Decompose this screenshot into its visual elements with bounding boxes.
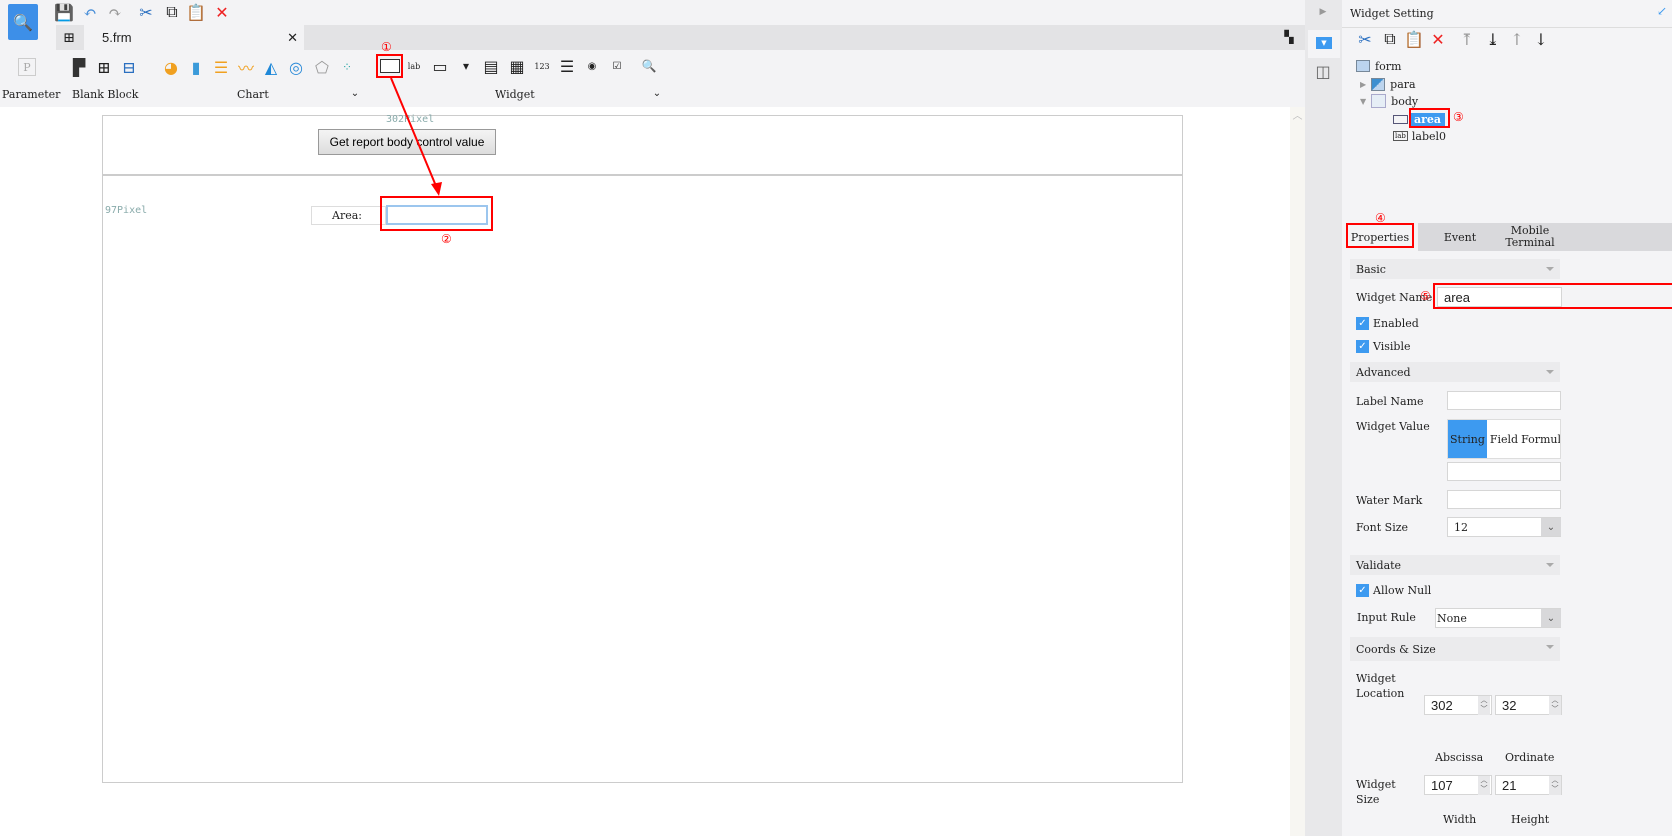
divider [1342, 27, 1672, 28]
expand-panel-icon[interactable]: ↙ [1655, 4, 1669, 18]
annotation-arrow [390, 77, 442, 196]
tree-item-body[interactable]: ▼ body [1360, 93, 1418, 109]
annotation-4: ④ [1375, 211, 1386, 225]
section-basic[interactable]: Basic [1350, 259, 1560, 279]
width-label: Width [1443, 813, 1477, 826]
tree-item-label0[interactable]: lab label0 [1393, 128, 1446, 144]
tab-event[interactable]: Event [1430, 223, 1490, 251]
tree-item-para[interactable]: ▶ para [1360, 76, 1416, 92]
scroll-up-icon[interactable]: ︿ [1290, 107, 1305, 122]
x-stepper[interactable]: ︿ ﹀ [1478, 696, 1490, 715]
para-icon [1371, 77, 1386, 91]
value-type-formula[interactable]: Formula [1521, 433, 1560, 446]
abscissa-label: Abscissa [1435, 751, 1484, 764]
move-down-icon[interactable]: ↓ [1532, 30, 1550, 49]
annotation-5: ⑤ [1420, 289, 1431, 303]
section-coords-size[interactable]: Coords & Size [1350, 637, 1560, 661]
text-widget-icon [1393, 114, 1408, 124]
label-name-input[interactable] [1447, 391, 1561, 410]
water-mark-input[interactable] [1447, 490, 1561, 509]
visible-label: Visible [1373, 340, 1411, 353]
enabled-checkbox[interactable]: ✓ [1356, 317, 1369, 330]
chevron-down-icon[interactable]: ⌄ [1541, 518, 1561, 536]
font-size-label: Font Size [1356, 521, 1409, 534]
collapse-icon[interactable]: ▼ [1360, 97, 1366, 106]
form-icon [1356, 60, 1370, 72]
enabled-label: Enabled [1373, 317, 1419, 330]
cut-icon[interactable]: ✂ [1356, 30, 1374, 49]
widget-value-input[interactable] [1447, 462, 1561, 481]
layout-icon[interactable]: ◫ [1314, 62, 1332, 81]
annotation-3: ③ [1453, 110, 1464, 124]
panel-title: Widget Setting [1350, 7, 1434, 20]
input-rule-label: Input Rule [1357, 611, 1416, 624]
visible-checkbox[interactable]: ✓ [1356, 340, 1369, 353]
body-icon [1371, 94, 1387, 108]
section-validate[interactable]: Validate [1350, 555, 1560, 575]
annotation-box-4 [1346, 223, 1414, 248]
checkbox-group-widget-icon[interactable]: ☑ [608, 58, 626, 74]
widget-location-label: Widget Location [1356, 672, 1405, 700]
copy-icon[interactable]: ⧉ [1381, 29, 1399, 48]
widget-size-label: Widget Size [1356, 778, 1396, 806]
label-widget-icon: lab [1393, 131, 1408, 141]
collapse-arrow-icon[interactable]: ▶ [1316, 5, 1330, 19]
value-type-string[interactable]: String [1448, 420, 1487, 458]
widget-value-type: String Field Formula [1447, 419, 1561, 459]
annotation-box-3 [1409, 108, 1450, 128]
value-type-field[interactable]: Field [1487, 433, 1521, 446]
widget-value-label: Widget Value [1356, 420, 1430, 433]
water-mark-label: Water Mark [1356, 494, 1423, 507]
tree-item-form[interactable]: form [1356, 58, 1401, 74]
move-top-icon[interactable]: ⤒ [1458, 30, 1476, 49]
height-label: Height [1511, 813, 1550, 826]
label-name-label: Label Name [1356, 395, 1424, 408]
ordinate-label: Ordinate [1505, 751, 1555, 764]
delete-icon[interactable]: ✕ [1429, 30, 1447, 49]
vertical-scrollbar[interactable]: ︿ [1290, 107, 1305, 836]
section-advanced[interactable]: Advanced [1350, 362, 1560, 382]
height-stepper[interactable]: ︿ ﹀ [1549, 776, 1561, 795]
expand-icon[interactable]: ▶ [1360, 80, 1366, 89]
dropdown-icon: ▼ [1316, 37, 1332, 49]
move-up-icon[interactable]: ↑ [1508, 30, 1526, 49]
chevron-down-icon[interactable]: ⌄ [1541, 609, 1561, 627]
widget-setting-toggle[interactable]: ▼ [1308, 30, 1340, 58]
annotation-box-5 [1433, 283, 1672, 309]
width-stepper[interactable]: ︿ ﹀ [1478, 776, 1490, 795]
allow-null-label: Allow Null [1373, 584, 1432, 597]
move-bottom-icon[interactable]: ⤓ [1484, 30, 1502, 49]
paste-icon[interactable]: 📋 [1404, 30, 1424, 49]
allow-null-checkbox[interactable]: ✓ [1356, 584, 1369, 597]
side-strip [1305, 0, 1342, 836]
widget-expand-icon[interactable]: ⌄ [650, 86, 664, 100]
menu-icon[interactable]: ▚ [1280, 28, 1298, 46]
query-widget-icon[interactable]: 🔍 [640, 58, 658, 74]
tab-mobile-terminal[interactable]: Mobile Terminal [1500, 225, 1560, 249]
y-stepper[interactable]: ︿ ﹀ [1549, 696, 1561, 715]
